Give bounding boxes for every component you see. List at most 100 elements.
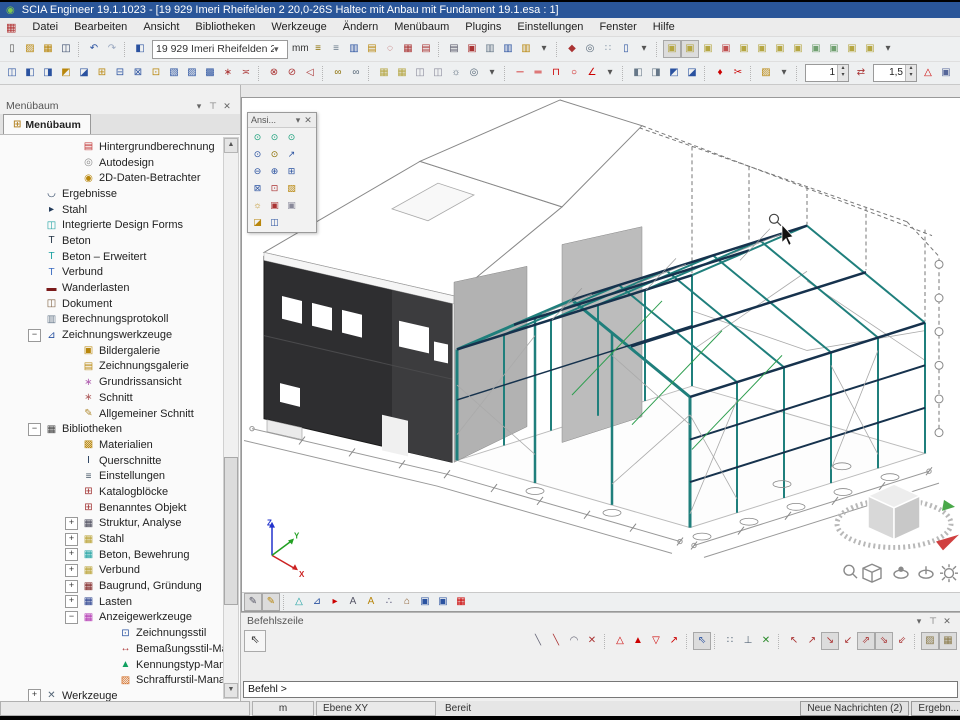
points-icon[interactable]: ∴ xyxy=(380,593,398,611)
paste3-icon[interactable]: ◩ xyxy=(665,64,683,82)
angle-icon[interactable]: ∠ xyxy=(583,64,601,82)
split-icon[interactable]: ⊟ xyxy=(111,64,129,82)
tree-item[interactable]: TVerbund xyxy=(0,265,224,281)
copy-icon[interactable]: ◧ xyxy=(21,64,39,82)
more-options-icon[interactable]: ▾ xyxy=(601,64,619,82)
dot-grid-icon[interactable]: ∷ xyxy=(599,40,617,58)
status-plane[interactable]: Ebene XY xyxy=(316,701,436,716)
zoom-selection-icon[interactable]: ⊡ xyxy=(266,180,283,197)
cut-icon[interactable]: ✂ xyxy=(729,64,747,82)
snap-endpoint-icon[interactable]: △ xyxy=(611,632,629,650)
activities-icon[interactable]: ≡ xyxy=(327,40,345,58)
menu-werkzeuge[interactable]: Werkzeuge xyxy=(263,21,334,33)
view-flag-10-icon[interactable]: ▣ xyxy=(825,40,843,58)
snap-line-icon[interactable]: ╲ xyxy=(529,632,547,650)
tree-item[interactable]: ◡Ergebnisse xyxy=(0,186,224,202)
view-front-icon[interactable]: ⊙ xyxy=(266,129,283,146)
panel-collapse-icon[interactable]: ▾ xyxy=(912,616,926,627)
copy-props-icon[interactable]: ◫ xyxy=(411,64,429,82)
figure-icon[interactable]: ▣ xyxy=(937,64,955,82)
tree-item[interactable]: +▦Stahl xyxy=(0,531,224,547)
trim-icon[interactable]: ▨ xyxy=(183,64,201,82)
gear-icon[interactable] xyxy=(940,564,958,582)
orbit-tool-icon[interactable] xyxy=(894,567,908,578)
results-diagram-icon[interactable]: ⊿ xyxy=(308,593,326,611)
member-query-icon[interactable]: ▯ xyxy=(617,40,635,58)
circle-icon[interactable]: ○ xyxy=(565,64,583,82)
join-icon[interactable]: ⊠ xyxy=(129,64,147,82)
scrollbar-thumb[interactable] xyxy=(224,457,238,605)
menu-ansicht[interactable]: Ansicht xyxy=(135,21,187,33)
spin-up-icon[interactable]: ▴ xyxy=(838,65,848,72)
scale-spinner[interactable]: 1 ▴▾ xyxy=(805,64,849,82)
zoom-window-icon[interactable]: ⊞ xyxy=(283,163,300,180)
zoom-in-icon[interactable]: ⊕ xyxy=(266,163,283,180)
redo-icon[interactable]: ↷ xyxy=(103,40,121,58)
snap-mode-1-icon[interactable]: ↖ xyxy=(785,632,803,650)
table-input2-icon[interactable]: ▦ xyxy=(393,64,411,82)
dimension-line-icon[interactable]: ═ xyxy=(529,64,547,82)
pen-style-icon[interactable]: ✎ xyxy=(244,593,262,611)
view-flag-7-icon[interactable]: ▣ xyxy=(771,40,789,58)
weld-icon[interactable]: ≍ xyxy=(237,64,255,82)
cursor-snap-icon[interactable]: ⇖ xyxy=(693,632,711,650)
light-icon[interactable]: ☼ xyxy=(249,197,266,214)
cube-tool-icon[interactable] xyxy=(863,564,881,582)
paste4-icon[interactable]: ◪ xyxy=(683,64,701,82)
surface-icon[interactable]: ⌂ xyxy=(398,593,416,611)
tree-item[interactable]: IQuerschnitte xyxy=(0,453,224,469)
snap-settings-icon[interactable]: ▨ xyxy=(921,632,939,650)
scroll-down-icon[interactable]: ▼ xyxy=(224,683,238,698)
paste-props-icon[interactable]: ◫ xyxy=(429,64,447,82)
tree-item[interactable]: +▦Beton, Bewehrung xyxy=(0,547,224,563)
palette-close-icon[interactable]: ✕ xyxy=(303,115,313,126)
paste1-icon[interactable]: ◧ xyxy=(629,64,647,82)
chevron-down-icon[interactable]: ▾ xyxy=(274,44,284,55)
tree-item[interactable]: +▦Baugrund, Gründung xyxy=(0,578,224,594)
tree-item[interactable]: ▬Wanderlasten xyxy=(0,280,224,296)
tree-item[interactable]: +✕Werkzeuge xyxy=(0,688,224,701)
tree-item[interactable]: ≡Einstellungen xyxy=(0,468,224,484)
selection-cursor-button[interactable]: ⇖ xyxy=(244,630,266,652)
paste2-icon[interactable]: ◨ xyxy=(647,64,665,82)
grid-icon[interactable]: ▦ xyxy=(452,593,470,611)
view-flag-8-icon[interactable]: ▣ xyxy=(789,40,807,58)
abc-icon[interactable]: A xyxy=(344,593,362,611)
binocular-icon[interactable]: ∞ xyxy=(329,64,347,82)
more-options-icon[interactable]: ▾ xyxy=(879,40,897,58)
menu-einstellungen[interactable]: Einstellungen xyxy=(509,21,591,33)
volumes-icon[interactable]: △ xyxy=(290,593,308,611)
more-options-icon[interactable]: ▾ xyxy=(483,64,501,82)
compass-icon[interactable]: △ xyxy=(919,64,937,82)
check-icon[interactable]: ◎ xyxy=(581,40,599,58)
view-top-icon[interactable]: ⊙ xyxy=(249,129,266,146)
tree-item[interactable]: ◫Integrierte Design Forms xyxy=(0,217,224,233)
menu-menuebaum[interactable]: Menübaum xyxy=(386,21,457,33)
tree-item[interactable]: ▸Stahl xyxy=(0,202,224,218)
stretch-icon[interactable]: ◪ xyxy=(75,64,93,82)
view-flag-5-icon[interactable]: ▣ xyxy=(735,40,753,58)
document-icon[interactable]: ▥ xyxy=(481,40,499,58)
collapse-icon[interactable]: − xyxy=(65,611,78,624)
expand-icon[interactable]: + xyxy=(65,595,78,608)
clip-box-icon[interactable]: ▣ xyxy=(266,197,283,214)
table-editor-icon[interactable]: ▤ xyxy=(417,40,435,58)
tree-item[interactable]: ✎Allgemeiner Schnitt xyxy=(0,406,224,422)
results-button[interactable]: Ergebn... xyxy=(911,701,960,716)
tree-item[interactable]: ▣Bildergalerie xyxy=(0,343,224,359)
view-b-icon[interactable]: ◪ xyxy=(249,214,266,231)
tree-item[interactable]: −▦Bibliotheken xyxy=(0,421,224,437)
app-menu-icon[interactable]: ▦ xyxy=(6,21,16,34)
snap-mode-2-icon[interactable]: ↗ xyxy=(803,632,821,650)
tree-item[interactable]: −▦Anzeigewerkzeuge xyxy=(0,610,224,626)
link-dimension-icon[interactable]: ⇄ xyxy=(852,64,870,82)
model-3d-view[interactable]: Z Y X xyxy=(242,98,960,592)
snap-mode-7-icon[interactable]: ⇙ xyxy=(893,632,911,650)
abs-icon[interactable]: A xyxy=(362,593,380,611)
clipboard-icon[interactable]: ▤ xyxy=(363,40,381,58)
intersect-icon[interactable]: ⊗ xyxy=(265,64,283,82)
units-icon[interactable]: mm xyxy=(291,40,309,58)
view-camera-icon[interactable]: ⊙ xyxy=(266,146,283,163)
mirror-icon[interactable]: ◨ xyxy=(39,64,57,82)
pan-tool-icon[interactable] xyxy=(919,566,933,578)
